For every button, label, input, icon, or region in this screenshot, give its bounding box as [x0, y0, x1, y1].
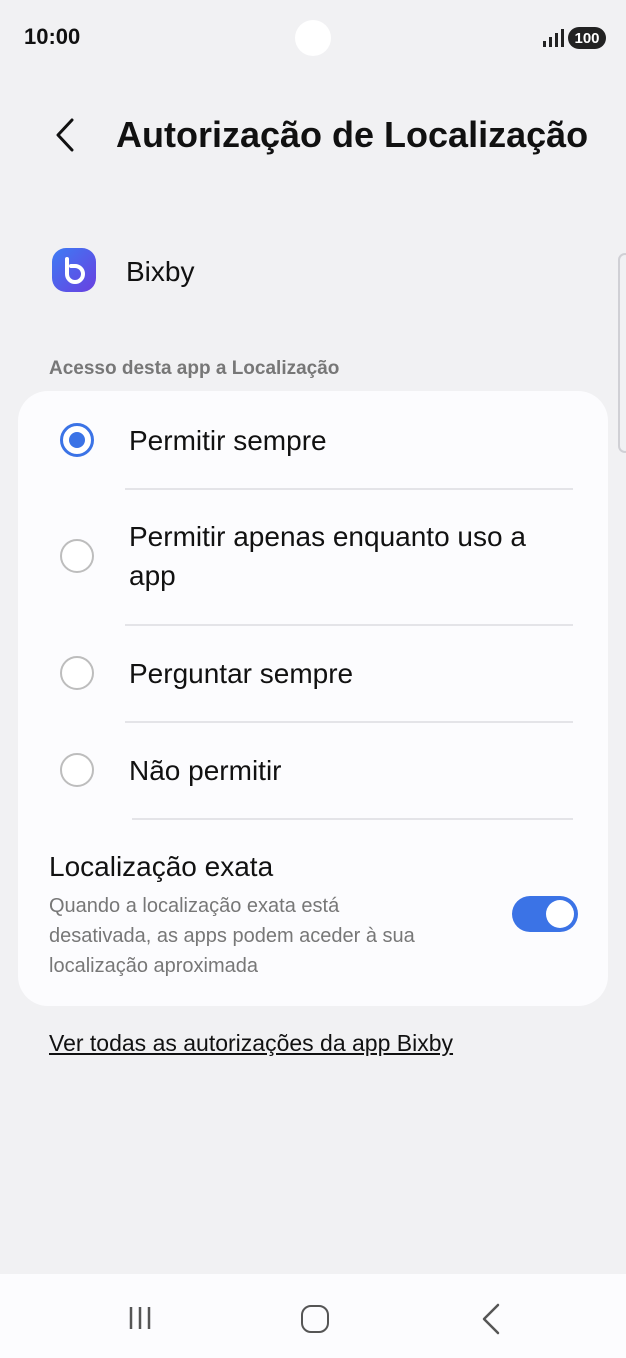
header: Autorização de Localização	[0, 100, 626, 170]
status-bar: 10:00 100	[0, 0, 626, 80]
option-label: Permitir sempre	[129, 425, 327, 456]
radio-unselected[interactable]	[60, 753, 94, 787]
chevron-left-icon[interactable]	[46, 112, 86, 158]
app-row: Bixby	[0, 240, 626, 302]
status-time: 10:00	[24, 24, 81, 49]
option-allow-while-using[interactable]: Permitir apenas enquanto uso a app	[18, 490, 608, 624]
section-label: Acesso desta app a Localização	[49, 358, 340, 379]
option-label: Permitir apenas enquanto uso a app	[129, 521, 526, 591]
all-permissions-link[interactable]: Ver todas as autorizações da app Bixby	[49, 1030, 453, 1057]
home-icon[interactable]	[301, 1305, 329, 1333]
bixby-app-icon	[52, 248, 96, 292]
exact-location-toggle[interactable]	[512, 896, 578, 932]
camera-cutout	[295, 20, 331, 56]
radio-unselected[interactable]	[60, 539, 94, 573]
app-name: Bixby	[126, 256, 195, 287]
navigation-bar	[0, 1274, 626, 1358]
option-label: Perguntar sempre	[129, 658, 354, 689]
divider	[132, 818, 573, 820]
location-access-card: Permitir sempre Permitir apenas enquanto…	[18, 391, 608, 1006]
scroll-indicator[interactable]	[618, 253, 626, 453]
back-icon[interactable]	[480, 1302, 502, 1336]
signal-icon	[543, 29, 564, 47]
option-deny[interactable]: Não permitir	[18, 723, 608, 819]
option-allow-always[interactable]: Permitir sempre	[18, 391, 608, 489]
option-label: Não permitir	[129, 755, 282, 786]
radio-unselected[interactable]	[60, 656, 94, 690]
exact-location-title: Localização exata	[49, 851, 274, 882]
page-title: Autorização de Localização	[116, 114, 589, 155]
radio-selected[interactable]	[60, 423, 94, 457]
toggle-knob	[546, 900, 574, 928]
battery-badge: 100	[568, 27, 606, 49]
exact-location-description: Quando a localização exata está desativa…	[49, 895, 415, 977]
option-ask-always[interactable]: Perguntar sempre	[18, 626, 608, 722]
recents-icon[interactable]	[127, 1304, 155, 1332]
